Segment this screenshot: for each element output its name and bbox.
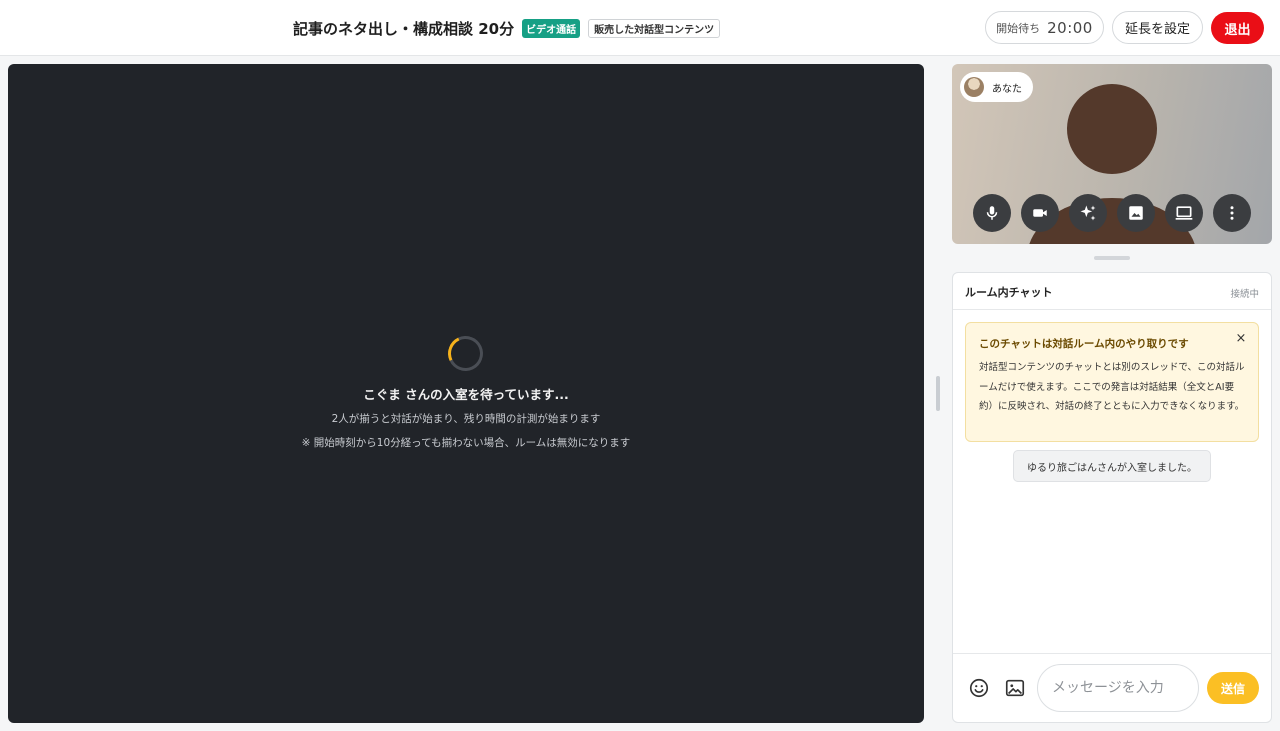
system-message: ゆるり旅ごはんさんが入室しました。 xyxy=(1013,450,1211,482)
close-icon[interactable]: × xyxy=(1234,332,1248,346)
chat-header: ルーム内チャット 接続中 xyxy=(953,273,1271,310)
top-bar: 記事のネタ出し・構成相談 20分 ビデオ通話 販売した対話型コンテンツ 開始待ち… xyxy=(0,0,1280,56)
camera-icon xyxy=(1033,209,1047,217)
screen-share-button[interactable] xyxy=(1165,194,1203,232)
self-video-tile: あなた xyxy=(952,64,1272,244)
connection-status: 接続中 xyxy=(1230,289,1259,300)
mic-icon xyxy=(986,206,998,220)
self-video-head xyxy=(1067,84,1157,174)
emoji-icon[interactable] xyxy=(968,677,990,699)
chat-title: ルーム内チャット xyxy=(965,286,1053,299)
title-group: 記事のネタ出し・構成相談 20分 ビデオ通話 販売した対話型コンテンツ xyxy=(293,17,721,39)
mic-button[interactable] xyxy=(973,194,1011,232)
attach-image-icon[interactable] xyxy=(1004,677,1026,699)
waiting-subtext: 2人が揃うと対話が始まり、残り時間の計測が始まります xyxy=(331,413,601,425)
notice-body: 対話型コンテンツのチャットとは別のスレッドで、この対話ルームだけで使えます。ここ… xyxy=(979,362,1245,412)
timer-value: 20:00 xyxy=(1047,18,1093,37)
chat-notice: このチャットは対話ルーム内のやり取りです × 対話型コンテンツのチャットとは別の… xyxy=(965,322,1259,442)
notice-title: このチャットは対話ルーム内のやり取りです xyxy=(979,338,1189,350)
video-call-badge: ビデオ通話 xyxy=(522,18,581,38)
timer-label: 開始待ち xyxy=(996,21,1041,35)
send-button[interactable]: 送信 xyxy=(1207,672,1259,704)
effects-button[interactable] xyxy=(1069,194,1107,232)
screen-share-icon xyxy=(1175,206,1193,220)
self-name-label: あなた xyxy=(992,83,1022,95)
sparkle-icon xyxy=(1080,205,1096,221)
more-button[interactable] xyxy=(1213,194,1251,232)
extend-button[interactable]: 延長を設定 xyxy=(1112,11,1203,44)
self-name-chip: あなた xyxy=(960,72,1033,102)
background-button[interactable] xyxy=(1117,194,1155,232)
image-icon xyxy=(1129,206,1143,220)
loading-spinner-icon xyxy=(443,331,488,376)
chat-composer: 送信 xyxy=(953,653,1271,722)
horizontal-resize-handle[interactable] xyxy=(1094,256,1130,260)
waiting-message: こぐま さんの入室を待っています... xyxy=(363,387,569,402)
waiting-note: ※ 開始時刻から10分経っても揃わない場合、ルームは無効になります xyxy=(301,437,631,449)
exit-button[interactable]: 退出 xyxy=(1211,12,1264,44)
remote-video-stage: こぐま さんの入室を待っています... 2人が揃うと対話が始まり、残り時間の計測… xyxy=(8,64,924,723)
avatar xyxy=(964,77,984,97)
room-chat-panel: ルーム内チャット 接続中 このチャットは対話ルーム内のやり取りです × 対話型コ… xyxy=(952,272,1272,723)
content-type-badge: 販売した対話型コンテンツ xyxy=(588,18,721,38)
call-controls xyxy=(973,194,1251,232)
camera-button[interactable] xyxy=(1021,194,1059,232)
vertical-resize-handle[interactable] xyxy=(936,376,940,411)
page-title: 記事のネタ出し・構成相談 20分 xyxy=(293,19,515,38)
more-icon xyxy=(1230,206,1234,220)
timer-status: 開始待ち 20:00 xyxy=(985,11,1104,44)
message-input[interactable] xyxy=(1037,664,1199,712)
